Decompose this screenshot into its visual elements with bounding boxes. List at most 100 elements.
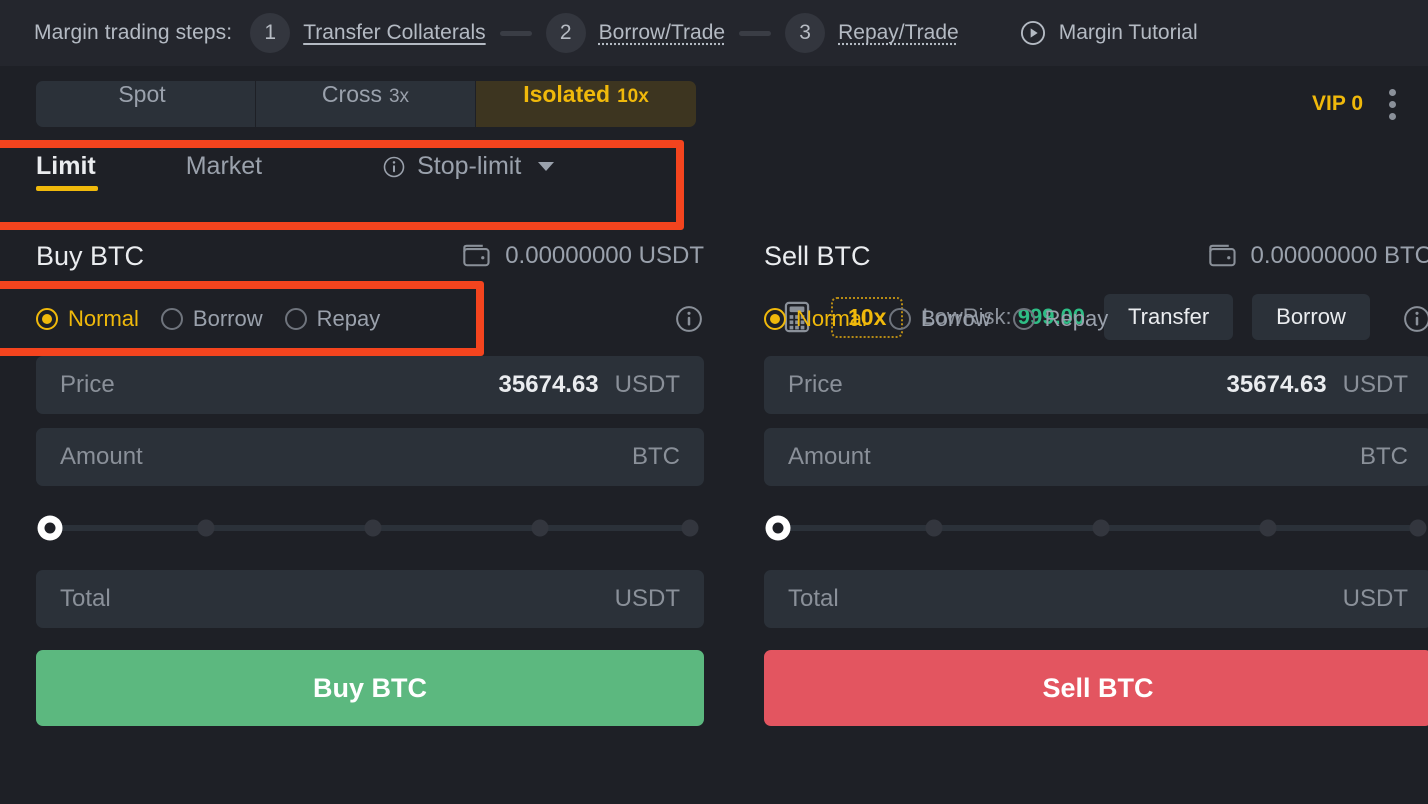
radio-dot-icon <box>36 308 58 330</box>
radio-dot-icon <box>284 308 307 330</box>
sell-radio-repay-label: Repay <box>1044 306 1109 331</box>
tab-stop-limit-label: Stop-limit <box>417 152 522 180</box>
wallet-icon <box>463 244 490 267</box>
sell-slider-tick-75[interactable] <box>1259 519 1277 537</box>
tab-cross-leverage: 3x <box>388 86 410 107</box>
buy-radio-group: Normal Borrow Repay <box>36 306 380 332</box>
buy-price-unit: USDT <box>614 371 680 398</box>
buy-radio-repay[interactable]: Repay <box>284 306 381 332</box>
buy-price-label: Price <box>60 371 115 398</box>
buy-trade-mode-radios: Normal Borrow Repay <box>36 296 704 342</box>
tab-isolated-leverage: 10x <box>617 86 649 107</box>
margin-mode-row: Spot Cross 3x Isolated 10x VIP 0 <box>0 66 1428 142</box>
sell-balance-value: 0.00000000 BTC <box>1250 242 1428 269</box>
sell-radio-normal[interactable]: Normal <box>764 306 867 332</box>
margin-tutorial-label: Margin Tutorial <box>1058 21 1198 44</box>
sell-slider-handle[interactable] <box>765 515 791 541</box>
buy-btc-button[interactable]: Buy BTC <box>36 650 704 726</box>
buy-total-field[interactable]: Total USDT <box>36 570 704 628</box>
margin-trading-panel: Margin trading steps: 1 Transfer Collate… <box>0 0 1428 804</box>
sell-info-icon[interactable] <box>1402 304 1428 334</box>
buy-slider-tick-25[interactable] <box>197 519 215 537</box>
tab-spot[interactable]: Spot <box>36 81 256 127</box>
tab-isolated[interactable]: Isolated 10x <box>476 81 696 127</box>
buy-amount-unit: BTC <box>632 443 680 470</box>
chevron-down-icon[interactable] <box>538 162 555 171</box>
sell-btc-button[interactable]: Sell BTC <box>764 650 1428 726</box>
buy-slider-handle[interactable] <box>37 515 63 541</box>
sell-price-unit: USDT <box>1342 371 1408 398</box>
buy-panel-header: Buy BTC 0.00000000 USDT <box>36 236 704 276</box>
buy-slider-tick-100[interactable] <box>681 519 699 537</box>
sell-amount-slider[interactable] <box>764 500 1428 556</box>
sell-amount-field[interactable]: Amount BTC <box>764 428 1428 486</box>
order-type-row: Limit Market Stop-limit 10x LowRisk: 999… <box>0 142 1428 340</box>
order-type-tabs: Limit Market Stop-limit <box>36 152 555 191</box>
sell-radio-repay[interactable]: Repay <box>1012 306 1109 332</box>
sell-slider-tick-25[interactable] <box>925 519 943 537</box>
buy-amount-slider[interactable] <box>36 500 704 556</box>
step-3[interactable]: 3 Repay/Trade <box>785 13 959 53</box>
step-2-label[interactable]: Borrow/Trade <box>599 21 725 45</box>
buy-amount-label: Amount <box>60 443 143 470</box>
step-3-label[interactable]: Repay/Trade <box>838 21 959 45</box>
buy-radio-repay-label: Repay <box>316 306 381 331</box>
step-separator-1 <box>499 30 532 36</box>
vip-badge[interactable]: VIP 0 <box>1312 92 1363 116</box>
margin-tutorial-link[interactable]: Margin Tutorial <box>1019 19 1198 47</box>
sell-panel-header: Sell BTC 0.00000000 BTC <box>764 236 1428 276</box>
buy-radio-normal[interactable]: Normal <box>36 306 139 332</box>
sell-slider-tick-100[interactable] <box>1409 519 1427 537</box>
sell-slider-tick-50[interactable] <box>1092 519 1110 537</box>
sell-amount-unit: BTC <box>1360 443 1408 470</box>
wallet-icon <box>1208 244 1236 267</box>
sell-panel-title: Sell BTC <box>764 240 871 271</box>
step-1-label[interactable]: Transfer Collaterals <box>303 21 485 45</box>
buy-radio-borrow[interactable]: Borrow <box>160 306 263 332</box>
sell-amount-label: Amount <box>788 443 871 470</box>
sell-total-unit: USDT <box>1342 585 1408 612</box>
buy-price-value: 35674.63 <box>498 371 599 398</box>
step-separator-2 <box>739 30 772 36</box>
step-1-number: 1 <box>250 13 291 53</box>
tab-limit[interactable]: Limit <box>36 152 98 191</box>
buy-radio-normal-label: Normal <box>68 306 139 331</box>
margin-steps-bar: Margin trading steps: 1 Transfer Collate… <box>0 0 1428 66</box>
margin-mode-tabs: Spot Cross 3x Isolated 10x <box>36 81 696 127</box>
steps-label: Margin trading steps: <box>34 21 233 44</box>
buy-available-balance: 0.00000000 USDT <box>462 242 704 270</box>
step-2-number: 2 <box>545 13 586 53</box>
vip-area: VIP 0 <box>1312 88 1396 120</box>
sell-radio-normal-label: Normal <box>796 306 867 331</box>
step-3-number: 3 <box>785 13 826 53</box>
buy-radio-borrow-label: Borrow <box>192 306 263 331</box>
sell-total-field[interactable]: Total USDT <box>764 570 1428 628</box>
buy-info-icon[interactable] <box>674 304 704 334</box>
sell-available-balance: 0.00000000 BTC <box>1208 242 1428 270</box>
buy-slider-tick-75[interactable] <box>531 519 549 537</box>
buy-amount-field[interactable]: Amount BTC <box>36 428 704 486</box>
kebab-menu-icon[interactable] <box>1389 88 1396 120</box>
tab-stop-limit[interactable]: Stop-limit <box>382 152 555 191</box>
tab-market-label: Market <box>185 152 263 180</box>
radio-dot-icon <box>888 308 911 330</box>
sell-trade-mode-radios: Normal Borrow Repay <box>764 296 1428 342</box>
sell-radio-borrow-label: Borrow <box>920 306 991 331</box>
buy-price-field[interactable]: Price 35674.63 USDT <box>36 356 704 414</box>
buy-panel-title: Buy BTC <box>36 240 145 271</box>
sell-panel: Sell BTC 0.00000000 BTC Normal Borrow Re… <box>764 236 1428 726</box>
tab-spot-label: Spot <box>118 81 166 107</box>
tab-market[interactable]: Market <box>186 152 262 191</box>
tab-cross[interactable]: Cross 3x <box>256 81 476 127</box>
sell-total-label: Total <box>788 585 839 612</box>
tab-limit-label: Limit <box>36 152 96 180</box>
radio-dot-icon <box>160 308 183 330</box>
buy-total-unit: USDT <box>614 585 680 612</box>
tab-cross-label: Cross <box>321 81 382 107</box>
sell-radio-borrow[interactable]: Borrow <box>888 306 991 332</box>
play-circle-icon <box>1020 20 1045 46</box>
step-2[interactable]: 2 Borrow/Trade <box>545 13 725 53</box>
sell-price-field[interactable]: Price 35674.63 USDT <box>764 356 1428 414</box>
buy-slider-tick-50[interactable] <box>364 519 382 537</box>
step-1[interactable]: 1 Transfer Collaterals <box>250 13 486 53</box>
